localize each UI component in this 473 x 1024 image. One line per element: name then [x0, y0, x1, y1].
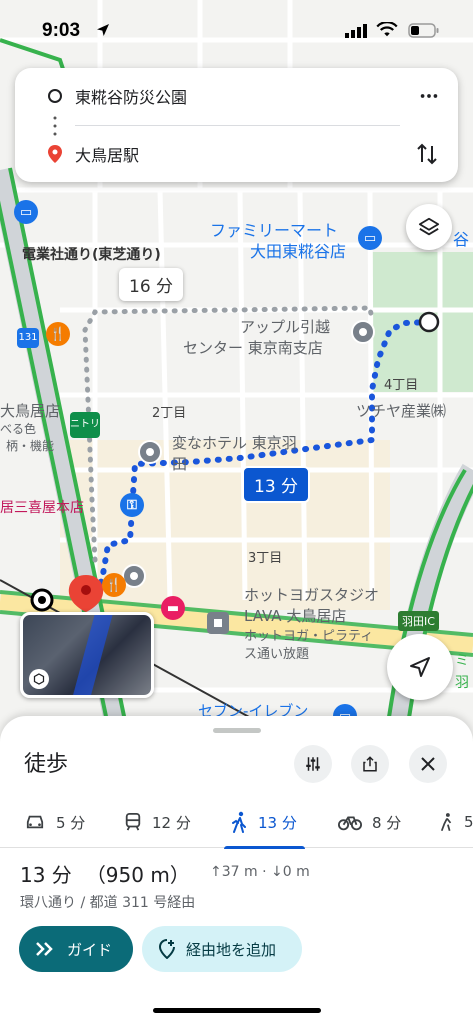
origin-field[interactable]: 東糀谷防災公園: [75, 84, 187, 108]
route-distance: （950 m）: [85, 863, 190, 887]
guide-button-label: ガイド: [67, 940, 113, 959]
route-divider: [75, 125, 400, 126]
tab-drive[interactable]: 5 分: [24, 796, 85, 848]
tab-walk[interactable]: 13 分: [224, 796, 305, 849]
layers-icon: [418, 217, 440, 236]
tab-bike-label: 8 分: [372, 813, 402, 832]
map-label-tani: 谷: [453, 230, 470, 249]
options-button[interactable]: [294, 745, 332, 783]
directions-sheet: 徒歩 5 分 12 分 13 分 8 分 5 13 分 （950 m） ↑37 m…: [0, 716, 473, 1024]
map-label-hotyoga: ホットヨガスタジオ: [244, 586, 380, 604]
map-label-familymart-branch: 大田東糀谷店: [250, 242, 347, 261]
destination-field[interactable]: 大鳥居駅: [75, 142, 139, 166]
status-time: 9:03: [42, 20, 81, 41]
map-label-apple: アップル引越: [240, 318, 331, 336]
battery-icon: [408, 23, 439, 38]
share-icon: [363, 756, 377, 772]
tab-transit[interactable]: 12 分: [124, 796, 191, 848]
map-label-mikiya: 居三喜屋本店: [0, 500, 84, 516]
map-label-tsuchiya: ツチヤ産業㈱: [356, 402, 447, 420]
map-label-chome2: 2丁目: [152, 406, 187, 421]
street-view-road: [71, 615, 113, 695]
origin-circle-icon: [48, 89, 62, 103]
tune-icon: [306, 757, 320, 771]
route-summary: 13 分 （950 m）: [20, 859, 190, 888]
tab-transit-label: 12 分: [152, 813, 191, 832]
signal-icon: [345, 24, 367, 38]
convenience-store-icon[interactable]: ▭: [358, 226, 382, 250]
tab-bike[interactable]: 8 分: [338, 796, 401, 848]
tab-drive-label: 5 分: [56, 813, 86, 832]
tab-ride-label: 5: [464, 813, 473, 831]
street-view-thumbnail[interactable]: [20, 612, 154, 698]
location-arrow-icon: [97, 24, 109, 36]
status-bar: 9:03: [0, 0, 473, 60]
route-elevation: ↑37 m · ↓0 m: [210, 864, 310, 880]
shopping-bag-icon[interactable]: ⚿: [120, 493, 144, 517]
guide-button[interactable]: ガイド: [19, 926, 133, 972]
alt-route-duration[interactable]: 16 分: [119, 268, 184, 301]
double-chevron-icon: [36, 942, 53, 956]
route-shield-icon: 131: [17, 328, 39, 348]
my-location-button[interactable]: [387, 634, 453, 700]
hotel-icon[interactable]: ▬: [161, 596, 185, 620]
map-label-hotyoga-4: ス通い放題: [244, 647, 310, 662]
route-dots-icon: [53, 116, 57, 136]
bike-icon: [338, 816, 362, 831]
map-label-ha: 羽: [455, 675, 469, 691]
train-icon: [125, 813, 141, 831]
main-route-duration[interactable]: 13 分: [242, 466, 311, 503]
tab-ride[interactable]: 5: [440, 796, 473, 848]
sheet-title: 徒歩: [24, 752, 69, 777]
haneda-ic-badge: 羽田IC: [398, 611, 439, 631]
restaurant-icon[interactable]: 🍴: [102, 573, 126, 597]
tab-walk-label: 13 分: [258, 813, 297, 832]
route-duration: 13 分: [20, 863, 72, 887]
add-location-icon: [158, 939, 175, 959]
layers-button[interactable]: [406, 204, 452, 250]
destination-pin-icon: [48, 145, 62, 163]
map-label-taberu: べる色: [0, 422, 37, 436]
destination-row[interactable]: 大鳥居駅: [15, 134, 458, 174]
restaurant-icon[interactable]: 🍴: [46, 322, 70, 346]
map-label-mi: ミ: [455, 653, 469, 669]
sheet-drag-handle[interactable]: [213, 728, 261, 733]
route-search-card: 東糀谷防災公園 大鳥居駅: [15, 68, 458, 182]
close-icon: [421, 757, 435, 771]
walk-icon: [232, 811, 246, 833]
wifi-icon: [376, 22, 398, 37]
route-via: 環八通り / 都道 311 号経由: [20, 895, 196, 911]
map-label-hotel: 変なホテル 東京羽: [172, 434, 297, 452]
map-label-lava: LAVA 大鳥居店: [244, 607, 347, 625]
add-stop-label: 経由地を追加: [186, 940, 277, 959]
map-label-hotyoga-3: ホットヨガ・ピラティ: [244, 629, 374, 644]
swap-vert-icon[interactable]: [416, 142, 438, 166]
travel-mode-tabs: 5 分 12 分 13 分 8 分 5: [0, 796, 473, 849]
map-label-otorii: 大鳥居店: [0, 402, 61, 420]
share-button[interactable]: [351, 745, 389, 783]
map-label-apple-branch: センター 東京南支店: [183, 339, 323, 357]
more-vert-icon[interactable]: [418, 85, 440, 107]
add-stop-button[interactable]: 経由地を追加: [142, 926, 302, 972]
ride-icon: [440, 813, 452, 832]
nitori-logo-icon[interactable]: ニトリ: [70, 412, 100, 438]
origin-row[interactable]: 東糀谷防災公園: [15, 76, 458, 116]
map-label-hotel-2: 田: [172, 455, 188, 473]
shop-icon[interactable]: ▭: [14, 200, 38, 224]
map-label-chome3: 3丁目: [248, 551, 283, 566]
map-label-chome4: 4丁目: [384, 378, 419, 393]
home-indicator: [153, 1008, 321, 1013]
car-icon: [26, 815, 44, 829]
close-button[interactable]: [409, 745, 447, 783]
street-view-icon: [29, 669, 49, 689]
map-label-street: 電業社通り(東芝通り): [22, 247, 161, 263]
map-label-gara: 柄・機能: [6, 439, 55, 453]
navigation-arrow-icon: [410, 657, 430, 677]
